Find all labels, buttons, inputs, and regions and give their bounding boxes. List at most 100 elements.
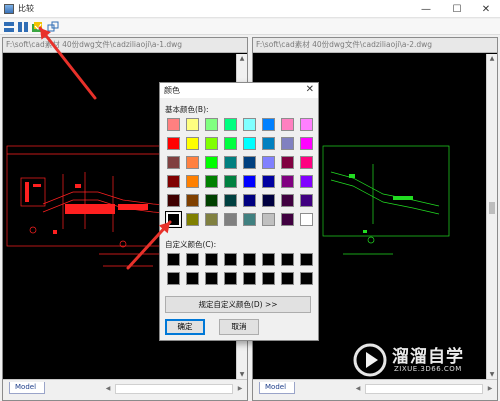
color-swatch[interactable] [186, 156, 199, 169]
watermark-logo-icon [353, 343, 387, 377]
layout-vertical-icon[interactable] [17, 21, 29, 33]
custom-colors-grid [167, 253, 313, 285]
file-path-right: F:\soft\cad素材 40份dwg文件\cadziliaoji\a-2.d… [253, 38, 497, 53]
custom-color-swatch[interactable] [243, 253, 256, 266]
custom-color-swatch[interactable] [262, 253, 275, 266]
color-swatch[interactable] [300, 213, 313, 226]
custom-color-swatch[interactable] [205, 253, 218, 266]
watermark-url: ZIXUE.3D66.COM [394, 365, 462, 373]
color-swatch[interactable] [262, 137, 275, 150]
color-swatch[interactable] [205, 194, 218, 207]
custom-color-swatch[interactable] [281, 253, 294, 266]
color-swatch[interactable] [167, 156, 180, 169]
model-tab-left[interactable]: Model [9, 382, 45, 394]
color-swatch[interactable] [300, 175, 313, 188]
color-swatch[interactable] [281, 213, 294, 226]
color-swatch[interactable] [205, 213, 218, 226]
custom-color-swatch[interactable] [167, 272, 180, 285]
custom-color-swatch[interactable] [243, 272, 256, 285]
scroll-up-arrow-icon[interactable]: ▲ [237, 54, 247, 64]
horizontal-scrollbar-left[interactable] [115, 384, 233, 394]
watermark: 溜溜自学 ZIXUE.3D66.COM [352, 338, 492, 386]
scroll-left-arrow-icon[interactable]: ◀ [103, 384, 113, 394]
dialog-close-icon[interactable]: ✕ [306, 84, 314, 95]
color-swatch[interactable] [224, 213, 237, 226]
color-swatch[interactable] [186, 137, 199, 150]
layout-horizontal-icon[interactable] [3, 21, 15, 33]
color-swatch[interactable] [262, 194, 275, 207]
color-swatch[interactable] [205, 175, 218, 188]
compare-icon[interactable] [47, 21, 59, 33]
color-swatch[interactable] [262, 156, 275, 169]
color-picker-icon[interactable] [31, 21, 43, 33]
toolbar [0, 19, 500, 35]
color-swatch[interactable] [243, 118, 256, 131]
custom-color-swatch[interactable] [300, 253, 313, 266]
color-swatch[interactable] [300, 194, 313, 207]
color-swatch[interactable] [205, 137, 218, 150]
color-swatch[interactable] [281, 137, 294, 150]
custom-color-swatch[interactable] [262, 272, 275, 285]
color-swatch[interactable] [262, 118, 275, 131]
color-swatch[interactable] [186, 175, 199, 188]
color-swatch[interactable] [167, 194, 180, 207]
color-swatch[interactable] [300, 118, 313, 131]
color-swatch[interactable] [224, 118, 237, 131]
custom-color-swatch[interactable] [167, 253, 180, 266]
app-icon [4, 4, 14, 14]
color-swatch[interactable] [205, 156, 218, 169]
title-bar: 比较 — ☐ ✕ [0, 0, 500, 18]
color-swatch[interactable] [205, 118, 218, 131]
color-swatch[interactable] [281, 175, 294, 188]
scroll-thumb[interactable] [489, 202, 495, 214]
color-swatch[interactable] [167, 137, 180, 150]
color-swatch[interactable] [224, 156, 237, 169]
color-swatch[interactable] [224, 194, 237, 207]
vertical-scrollbar-right[interactable]: ▲ ▼ [486, 54, 497, 380]
color-swatch[interactable] [224, 137, 237, 150]
color-swatch[interactable] [165, 211, 182, 228]
color-swatch[interactable] [167, 118, 180, 131]
color-swatch[interactable] [243, 213, 256, 226]
model-tab-right[interactable]: Model [259, 382, 295, 394]
ok-button[interactable]: 确定 [165, 319, 205, 335]
basic-colors-label: 基本颜色(B): [165, 105, 209, 114]
color-swatch[interactable] [262, 213, 275, 226]
custom-color-swatch[interactable] [281, 272, 294, 285]
custom-color-swatch[interactable] [300, 272, 313, 285]
color-swatch[interactable] [186, 213, 199, 226]
dialog-title-bar: 颜色 ✕ [160, 83, 318, 98]
scroll-right-arrow-icon[interactable]: ▶ [235, 384, 245, 394]
scroll-up-arrow-icon[interactable]: ▲ [487, 54, 497, 64]
maximize-button[interactable]: ☐ [443, 0, 471, 18]
custom-color-swatch[interactable] [205, 272, 218, 285]
custom-color-swatch[interactable] [186, 272, 199, 285]
color-swatch[interactable] [243, 137, 256, 150]
color-swatch[interactable] [281, 194, 294, 207]
color-swatch[interactable] [167, 175, 180, 188]
color-swatch[interactable] [186, 194, 199, 207]
minimize-button[interactable]: — [412, 0, 440, 18]
color-swatch[interactable] [281, 156, 294, 169]
color-swatch[interactable] [243, 156, 256, 169]
color-swatch[interactable] [300, 137, 313, 150]
watermark-name: 溜溜自学 [392, 347, 464, 367]
custom-color-swatch[interactable] [186, 253, 199, 266]
dialog-title: 颜色 [164, 86, 180, 95]
color-swatch[interactable] [243, 175, 256, 188]
define-custom-colors-button[interactable]: 规定自定义颜色(D) >> [165, 296, 311, 313]
color-swatch[interactable] [262, 175, 275, 188]
cancel-button[interactable]: 取消 [219, 319, 259, 335]
window-title: 比较 [18, 4, 34, 13]
basic-colors-grid [165, 118, 313, 228]
close-button[interactable]: ✕ [472, 0, 500, 18]
color-swatch[interactable] [224, 175, 237, 188]
custom-colors-label: 自定义颜色(C): [165, 240, 217, 249]
color-swatch[interactable] [281, 118, 294, 131]
color-swatch[interactable] [186, 118, 199, 131]
color-swatch[interactable] [243, 194, 256, 207]
color-swatch[interactable] [300, 156, 313, 169]
custom-color-swatch[interactable] [224, 253, 237, 266]
bottom-bar-left: Model ◀ ▶ [3, 379, 247, 400]
custom-color-swatch[interactable] [224, 272, 237, 285]
